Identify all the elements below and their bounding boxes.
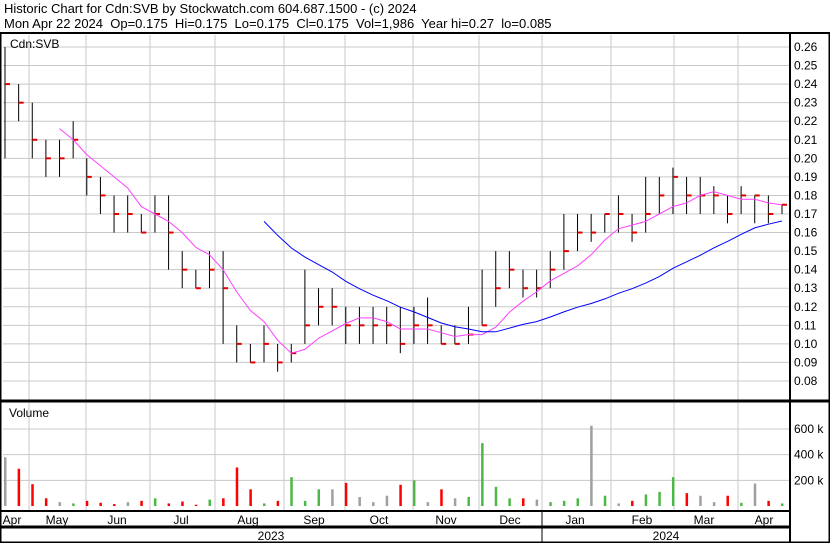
volume-bar [208,499,211,506]
volume-bar [31,484,34,506]
price-tick-label: 0.14 [794,263,818,277]
volume-bar [263,503,266,506]
price-tick-label: 0.15 [794,244,818,258]
month-label: Mar [694,513,715,527]
volume-bar [535,499,539,506]
volume-bar [644,494,648,506]
volume-bar [17,468,21,506]
price-tick-label: 0.21 [794,133,818,147]
volume-bar [99,502,102,506]
volume-bar [385,495,389,506]
volume-bar [85,500,89,506]
price-tick-label: 0.11 [794,318,817,332]
month-label: May [46,513,69,527]
volume-bar [576,498,580,506]
price-tick-label: 0.22 [794,114,818,128]
month-label: Apr [755,513,774,527]
price-tick-label: 0.10 [794,337,818,351]
volume-bar [249,489,252,506]
volume-bar [467,497,470,506]
price-tick-label: 0.26 [794,40,818,54]
volume-bar [767,500,770,506]
volume-bar [740,502,743,506]
volume-bar [113,504,116,506]
volume-bar [617,503,620,506]
price-tick-label: 0.17 [794,207,818,221]
volume-bar [167,503,171,506]
volume-bar [72,503,75,506]
volume-bar [671,477,675,506]
volume-bar [481,443,484,506]
volume-bar [358,497,361,506]
volume-bar [303,500,307,506]
price-tick-label: 0.18 [794,188,818,202]
chart-canvas: 0.26 0.25 0.24 0.23 0.22 0.21 0.20 0.19 0.18 0.17… [0,32,830,543]
volume-bar [508,498,511,506]
month-label: Oct [370,513,389,527]
volume-bar [153,498,157,506]
month-label: Jan [565,513,584,527]
volume-bar [522,498,525,506]
volume-bar [181,501,184,506]
volume-bar [603,495,607,506]
month-label: Jul [173,513,188,527]
volume-bar [140,500,143,506]
volume-bar [658,491,661,506]
volume-bar [290,477,293,506]
volume-bar [317,489,321,506]
volume-bar [235,467,239,506]
volume-tick-label: 600 k [794,422,824,436]
volume-bar [276,500,280,506]
year-label-2023: 2023 [258,529,285,543]
price-tick-label: 0.25 [794,59,818,73]
volume-bar [699,495,702,506]
volume-bar [412,480,416,506]
volume-tick-label: 200 k [794,473,824,487]
month-label: Aug [237,513,258,527]
volume-bar [126,502,130,506]
month-label: Apr [3,513,22,527]
price-tick-label: 0.09 [794,355,818,369]
price-tick-label: 0.19 [794,170,818,184]
volume-bar [494,486,498,506]
year-label-2024: 2024 [653,529,680,543]
volume-bar [372,502,375,506]
volume-bar [194,504,198,506]
volume-bar [712,502,716,506]
volume-bar [781,503,784,506]
volume-bar [44,498,48,506]
volume-bar [590,425,593,506]
volume-bar [4,457,7,506]
price-tick-label: 0.20 [794,151,818,165]
volume-bar [399,484,402,506]
month-label: Jun [107,513,126,527]
volume-bar [344,482,348,506]
volume-tick-label: 400 k [794,448,824,462]
price-tick-label: 0.23 [794,96,818,110]
price-tick-label: 0.13 [794,281,818,295]
volume-bar [685,493,689,506]
price-tick-label: 0.24 [794,77,818,91]
volume-bar [753,483,757,506]
month-label: Dec [499,513,520,527]
volume-label: Volume [9,406,49,420]
price-tick-label: 0.16 [794,226,818,240]
volume-bar [726,495,729,506]
price-tick-label: 0.08 [794,374,818,388]
volume-bar [440,489,443,506]
volume-bar [453,498,457,506]
volume-bar [222,498,225,506]
month-label: Feb [632,513,653,527]
volume-bar [562,500,566,506]
symbol-label: Cdn:SVB [10,37,59,51]
volume-bar [549,502,552,506]
volume-bar [58,502,62,506]
stock-chart: Historic Chart for Cdn:SVB by Stockwatch… [0,0,830,543]
volume-bar [631,500,634,506]
month-label: Nov [435,513,456,527]
volume-bar [426,502,430,506]
price-tick-label: 0.12 [794,300,818,314]
volume-bar [331,489,334,506]
month-label: Sep [303,513,325,527]
